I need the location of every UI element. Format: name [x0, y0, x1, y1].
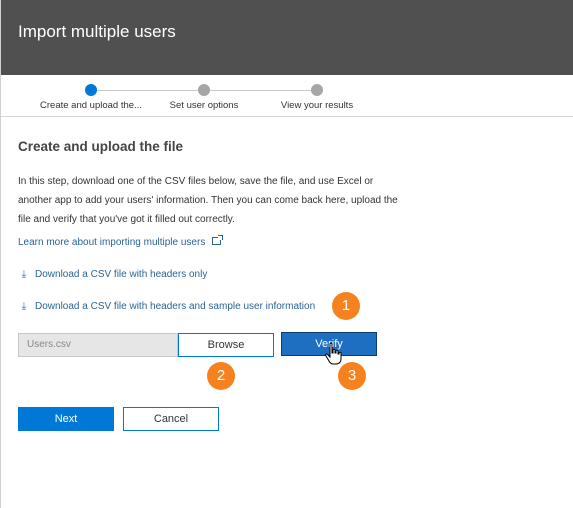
callout-badge-3: 3: [338, 362, 366, 390]
download-icon: ⤓: [21, 301, 27, 312]
step-view-results[interactable]: View your results: [242, 84, 392, 111]
hand-pointer-icon: [325, 342, 342, 365]
callout-badge-1: 1: [332, 292, 360, 320]
download-link-label: Download a CSV file with headers only: [35, 269, 208, 280]
step-pending-dot-icon: [198, 84, 210, 96]
callout-badge-2: 2: [207, 362, 235, 390]
cancel-button[interactable]: Cancel: [123, 407, 219, 431]
learn-more-link[interactable]: Learn more about importing multiple user…: [18, 235, 224, 248]
file-path-field[interactable]: Users.csv: [18, 333, 178, 357]
step-pending-dot-icon: [311, 84, 323, 96]
section-title: Create and upload the file: [18, 139, 184, 154]
download-icon: ⤓: [21, 269, 27, 280]
import-users-panel: Import multiple users Create and upload …: [0, 0, 573, 508]
learn-more-label: Learn more about importing multiple user…: [18, 237, 206, 248]
download-link-label: Download a CSV file with headers and sam…: [35, 301, 316, 312]
download-headers-sample-link[interactable]: ⤓ Download a CSV file with headers and sa…: [18, 301, 315, 312]
intro-text: In this step, download one of the CSV fi…: [18, 176, 398, 225]
external-link-icon: [212, 235, 224, 245]
download-headers-only-link[interactable]: ⤓ Download a CSV file with headers only: [18, 269, 208, 280]
panel-header: Import multiple users: [1, 0, 573, 75]
panel-title: Import multiple users: [18, 22, 176, 41]
next-button[interactable]: Next: [18, 407, 114, 431]
step-label: View your results: [280, 100, 354, 111]
wizard-stepper: Create and upload the... Set user option…: [1, 75, 573, 117]
browse-button[interactable]: Browse: [178, 333, 274, 357]
step-active-dot-icon: [85, 84, 97, 96]
